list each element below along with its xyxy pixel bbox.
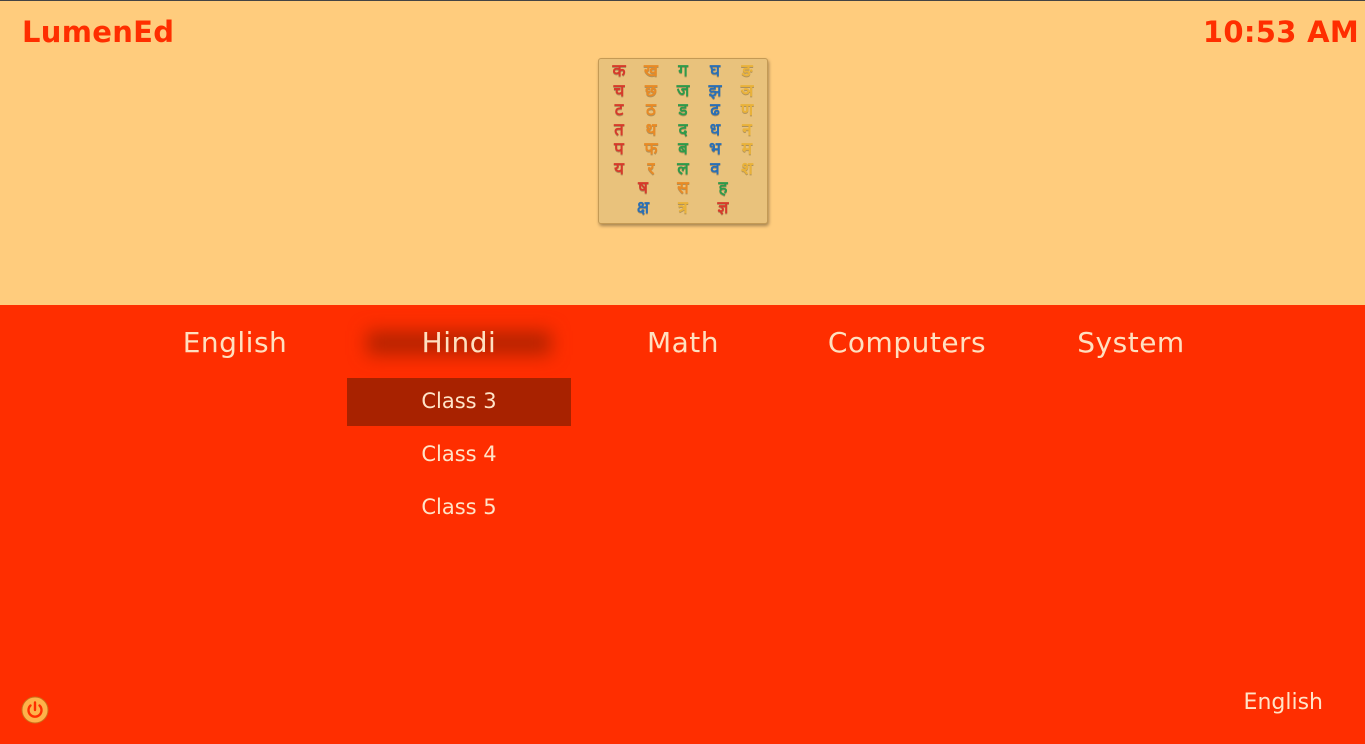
puzzle-letter: थ [645, 119, 657, 140]
puzzle-letter: ब [678, 139, 688, 159]
puzzle-letter: र [647, 158, 655, 179]
puzzle-letter: त [614, 119, 624, 140]
puzzle-letter: ठ [646, 100, 656, 120]
puzzle-row: पफब भम [603, 139, 763, 160]
puzzle-letter: ग [678, 61, 688, 81]
tab-hindi[interactable]: Hindi [347, 323, 571, 363]
puzzle-letter: द [678, 119, 688, 140]
brand-title: LumenEd [22, 15, 175, 49]
puzzle-letter: ल [677, 158, 689, 179]
tab-label: Hindi [421, 326, 497, 359]
puzzle-letter: ह [718, 178, 728, 198]
puzzle-letter: न [742, 119, 752, 140]
tab-computers[interactable]: Computers [795, 323, 1019, 363]
hindi-alphabet-puzzle-image: क ख ग घ ङ च छ ज झ ञ ट ठ ड ढ ण त थ द ध न प फ ब भ म य र ल व श ष स ह क्ष त्र ज… [598, 58, 768, 224]
puzzle-row: ट ठ ड ढण [603, 100, 763, 121]
tab-system[interactable]: System [1019, 323, 1243, 363]
puzzle-letter: घ [709, 61, 721, 81]
main-menu-panel: English Hindi Math Computers System Clas… [0, 305, 1365, 744]
puzzle-letter: ज्ञ [717, 197, 729, 218]
submenu-item-class-5[interactable]: Class 5 [347, 484, 571, 532]
puzzle-letter: क [612, 61, 626, 81]
clock: 10:53 AM [1202, 15, 1359, 49]
puzzle-letter: झ [708, 80, 722, 101]
puzzle-letter: छ [645, 80, 657, 101]
language-selector[interactable]: English [1244, 690, 1323, 715]
puzzle-letter: ढ [710, 100, 720, 120]
puzzle-letter: भ [709, 139, 721, 159]
tab-english[interactable]: English [123, 323, 347, 363]
puzzle-row: चछजझञ [603, 80, 763, 102]
puzzle-letter: ज [676, 80, 690, 101]
puzzle-letter: व [710, 158, 720, 179]
power-icon[interactable] [21, 696, 49, 724]
tab-label: System [1077, 326, 1185, 359]
puzzle-letter: ण [740, 100, 754, 120]
puzzle-letter: य [614, 158, 624, 179]
puzzle-letter: स [677, 178, 689, 198]
submenu-item-class-3[interactable]: Class 3 [347, 378, 571, 426]
puzzle-row: तथदधन [603, 119, 763, 141]
puzzle-letter: च [613, 80, 625, 101]
submenu-item-class-4[interactable]: Class 4 [347, 431, 571, 479]
tab-label: Computers [827, 326, 987, 359]
puzzle-letter: श [741, 158, 753, 179]
puzzle-letter: ञ [740, 80, 754, 101]
puzzle-letter: ड [678, 100, 688, 120]
puzzle-row: क्ष त्र ज्ञ [603, 197, 763, 219]
puzzle-letter: क्ष [636, 197, 650, 218]
puzzle-letter: फ [644, 139, 658, 159]
puzzle-letter: ट [614, 100, 624, 120]
tab-label: English [182, 326, 288, 359]
tab-label: Math [646, 326, 720, 359]
puzzle-row: य र लवश [603, 158, 763, 180]
puzzle-letter: ध [709, 119, 721, 140]
puzzle-row: ष स ह [603, 178, 763, 199]
puzzle-letter: म [741, 139, 753, 159]
tab-math[interactable]: Math [571, 323, 795, 363]
header-panel: LumenEd 10:53 AM कखगघङचछजझञटठडढणतथदधनपफब… [0, 0, 1365, 305]
puzzle-letter: ङ [741, 61, 753, 81]
puzzle-row: कखग घङ [603, 61, 763, 82]
puzzle-letter: ष [638, 178, 648, 198]
puzzle-letter: ख [644, 61, 658, 81]
puzzle-letter: प [614, 139, 624, 159]
puzzle-letter: त्र [678, 197, 688, 218]
